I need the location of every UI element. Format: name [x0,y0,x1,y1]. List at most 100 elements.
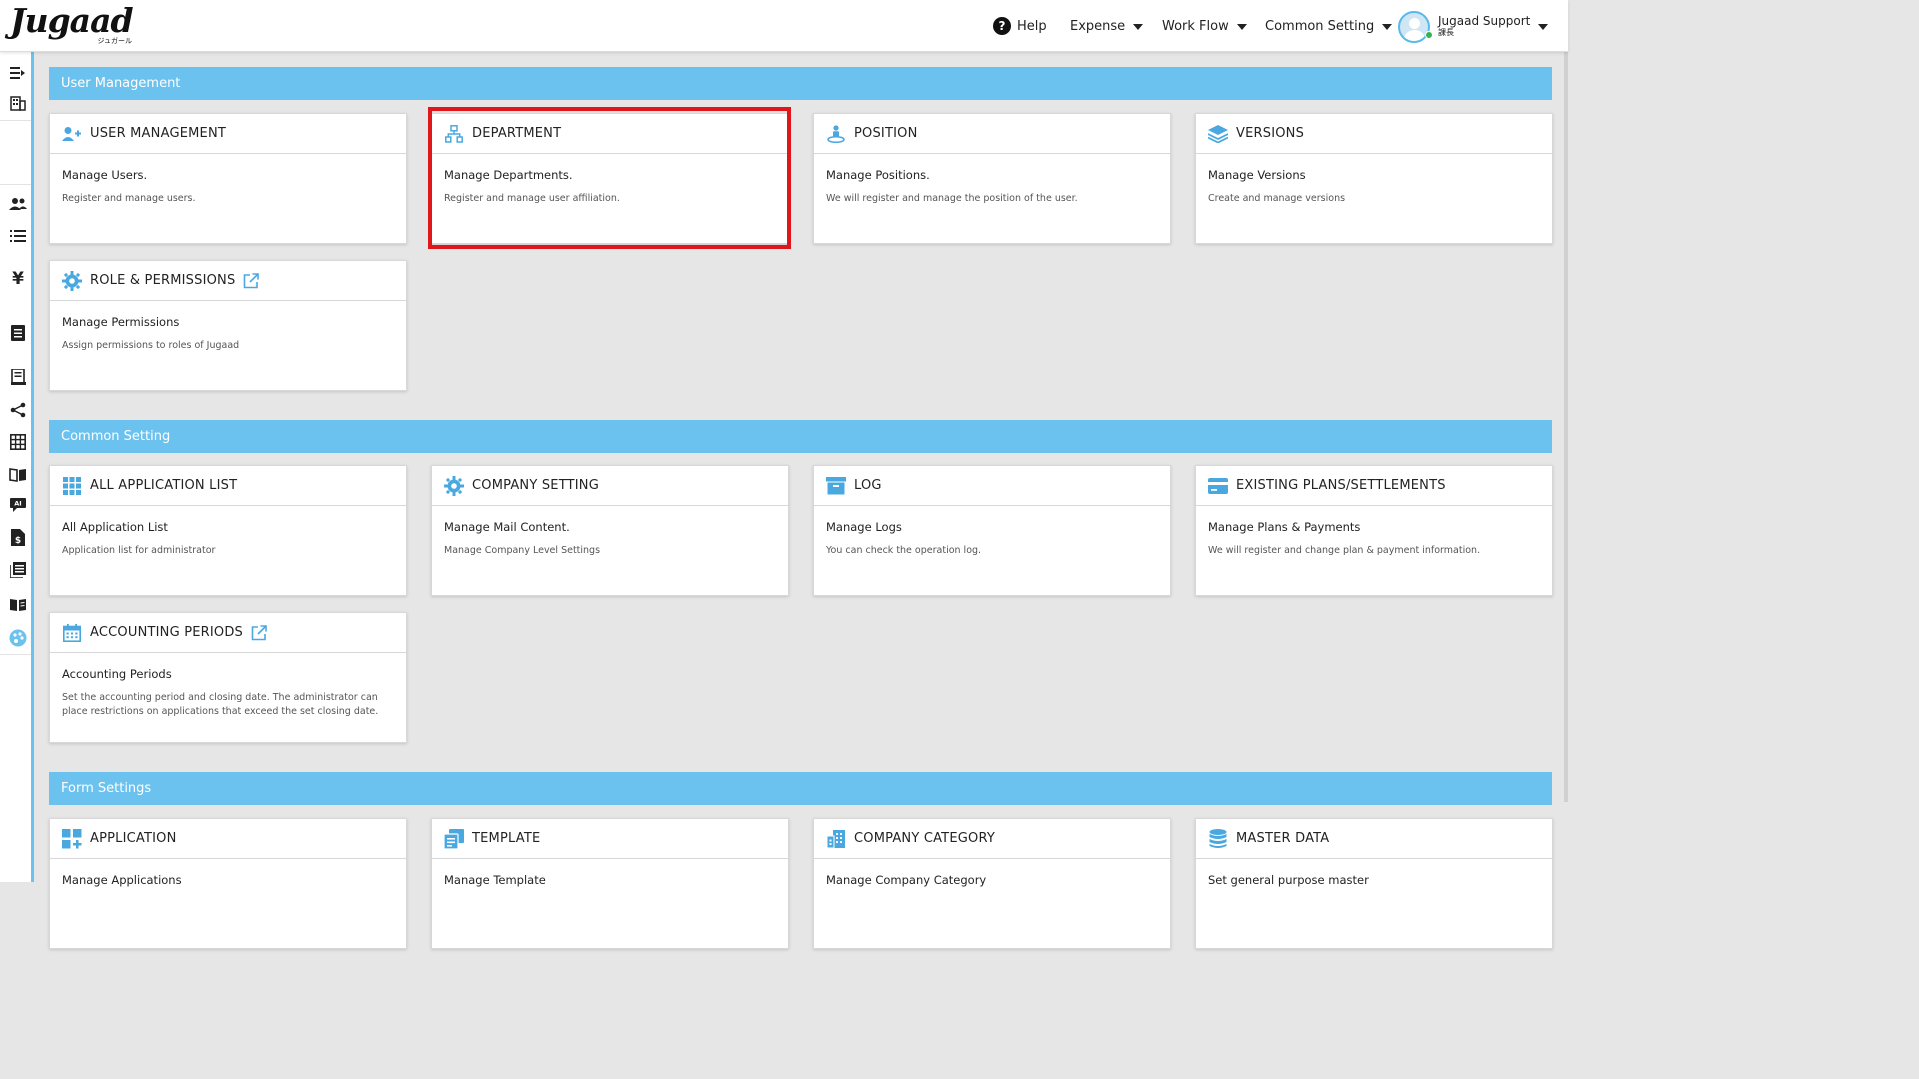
card-all-application-list[interactable]: ALL APPLICATION LIST All Application Lis… [49,465,407,596]
caret-down-icon [1382,23,1393,30]
card-main-text: Set general purpose master [1208,873,1369,887]
card-main-text: Manage Permissions [62,315,180,329]
caret-down-icon [1538,24,1549,30]
card-title: COMPANY SETTING [472,478,599,493]
receipt-icon[interactable] [7,366,29,388]
card-title: VERSIONS [1236,126,1305,141]
section-header-form-settings: Form Settings [49,772,1552,805]
page-scrollbar[interactable] [1564,52,1568,802]
caret-down-icon [1236,23,1247,30]
card-description: Assign permissions to roles of Jugaad [62,340,240,351]
help-icon: ? [993,17,1011,35]
logo-subtitle: ジュガール [97,37,132,45]
card-template[interactable]: TEMPLATE Manage Template [431,818,789,949]
card-role-permissions[interactable]: ROLE & PERMISSIONS Manage Permissions As… [49,260,407,391]
expense-menu-label: Expense [1070,18,1126,34]
book-icon[interactable] [7,464,29,486]
palette-icon[interactable] [7,627,29,649]
card-title: ALL APPLICATION LIST [90,478,238,493]
external-link-icon[interactable] [251,624,267,641]
card-accounting-periods[interactable]: ACCOUNTING PERIODS Accounting Periods Se… [49,612,407,743]
online-status-dot [1425,31,1433,39]
card-main-text: Manage Plans & Payments [1208,520,1361,534]
expense-menu[interactable]: Expense [1070,0,1144,52]
add-user-icon [62,124,82,144]
user-name: Jugaad Support [1438,14,1531,28]
reports-icon[interactable] [7,559,29,581]
calendar-icon [62,623,82,643]
list-icon[interactable] [7,225,29,247]
card-title: ROLE & PERMISSIONS [90,273,236,288]
card-main-text: Manage Applications [62,873,182,887]
ai-chat-icon[interactable]: AI [7,494,29,516]
building-icon[interactable] [7,92,29,114]
help-link[interactable]: ? Help [993,0,1047,52]
section-header-user-management: User Management [49,67,1552,100]
jugaad-logo[interactable]: Jugaad ジュガール [10,1,140,46]
card-position[interactable]: POSITION Manage Positions. We will regis… [813,113,1171,244]
document-icon[interactable] [7,322,29,344]
common-setting-menu[interactable]: Common Setting [1265,0,1393,52]
svg-text:$: $ [15,536,21,546]
card-title: POSITION [854,126,918,141]
svg-text:AI: AI [14,500,21,508]
avatar [1398,11,1430,43]
workflow-menu-label: Work Flow [1162,18,1229,34]
card-main-text: Manage Template [444,873,546,887]
invoice-icon[interactable]: $ [7,526,29,548]
card-main-text: Manage Logs [826,520,902,534]
card-master-data[interactable]: MASTER DATA Set general purpose master [1195,818,1553,949]
template-icon [444,828,464,849]
card-company-setting[interactable]: COMPANY SETTING Manage Mail Content. Man… [431,465,789,596]
building-icon [826,829,846,849]
gear-icon [62,270,82,291]
card-user-management[interactable]: USER MANAGEMENT Manage Users. Register a… [49,113,407,244]
share-icon[interactable] [7,399,29,421]
person-podium-icon [826,124,846,144]
card-description: We will register and change plan & payme… [1208,545,1481,556]
card-title: TEMPLATE [472,831,541,846]
card-main-text: All Application List [62,520,168,534]
card-main-text: Manage Versions [1208,168,1306,182]
section-header-common-setting: Common Setting [49,420,1552,453]
card-description: We will register and manage the position… [826,193,1078,204]
card-description: Create and manage versions [1208,193,1346,204]
card-main-text: Accounting Periods [62,667,172,681]
help-label: Help [1017,18,1047,34]
grid-icon[interactable] [7,431,29,453]
menu-expand-icon[interactable] [7,62,29,84]
external-link-icon[interactable] [243,272,260,289]
card-company-category[interactable]: COMPANY CATEGORY Manage Company Category [813,818,1171,949]
top-header: Jugaad ジュガール ? Help Expense Work Flow Co… [0,0,1568,52]
credit-card-icon [1208,476,1228,496]
card-application[interactable]: APPLICATION Manage Applications [49,818,407,949]
caret-down-icon [1133,23,1144,30]
gear-icon [444,475,464,496]
manual-icon[interactable] [7,594,29,616]
card-log[interactable]: LOG Manage Logs You can check the operat… [813,465,1171,596]
common-setting-menu-label: Common Setting [1265,18,1375,34]
yen-icon[interactable]: ¥ [7,268,29,290]
card-versions[interactable]: VERSIONS Manage Versions Create and mana… [1195,113,1553,244]
apps-grid-icon [62,476,82,496]
card-main-text: Manage Mail Content. [444,520,570,534]
logo-wordmark: Jugaad [10,1,134,40]
user-role: 課長 [1438,28,1454,37]
card-title: USER MANAGEMENT [90,126,227,141]
card-description: Register and manage users. [62,193,196,204]
card-main-text: Manage Company Category [826,873,987,887]
users-icon[interactable] [7,193,29,215]
sidebar-rail: ¥ AI $ [0,52,34,882]
card-description: Register and manage user affiliation. [444,193,620,204]
database-icon [1208,828,1228,849]
workflow-menu[interactable]: Work Flow [1162,0,1247,52]
user-menu[interactable]: Jugaad Support 課長 [1398,10,1558,44]
card-department[interactable]: DEPARTMENT Manage Departments. Register … [431,113,789,244]
card-title: DEPARTMENT [472,126,562,141]
card-existing-plans[interactable]: EXISTING PLANS/SETTLEMENTS Manage Plans … [1195,465,1553,596]
card-description: Manage Company Level Settings [444,545,601,556]
card-title: LOG [854,478,882,493]
layers-icon [1208,124,1228,144]
card-description: Set the accounting period and closing da… [62,692,379,717]
card-description: You can check the operation log. [826,545,982,556]
